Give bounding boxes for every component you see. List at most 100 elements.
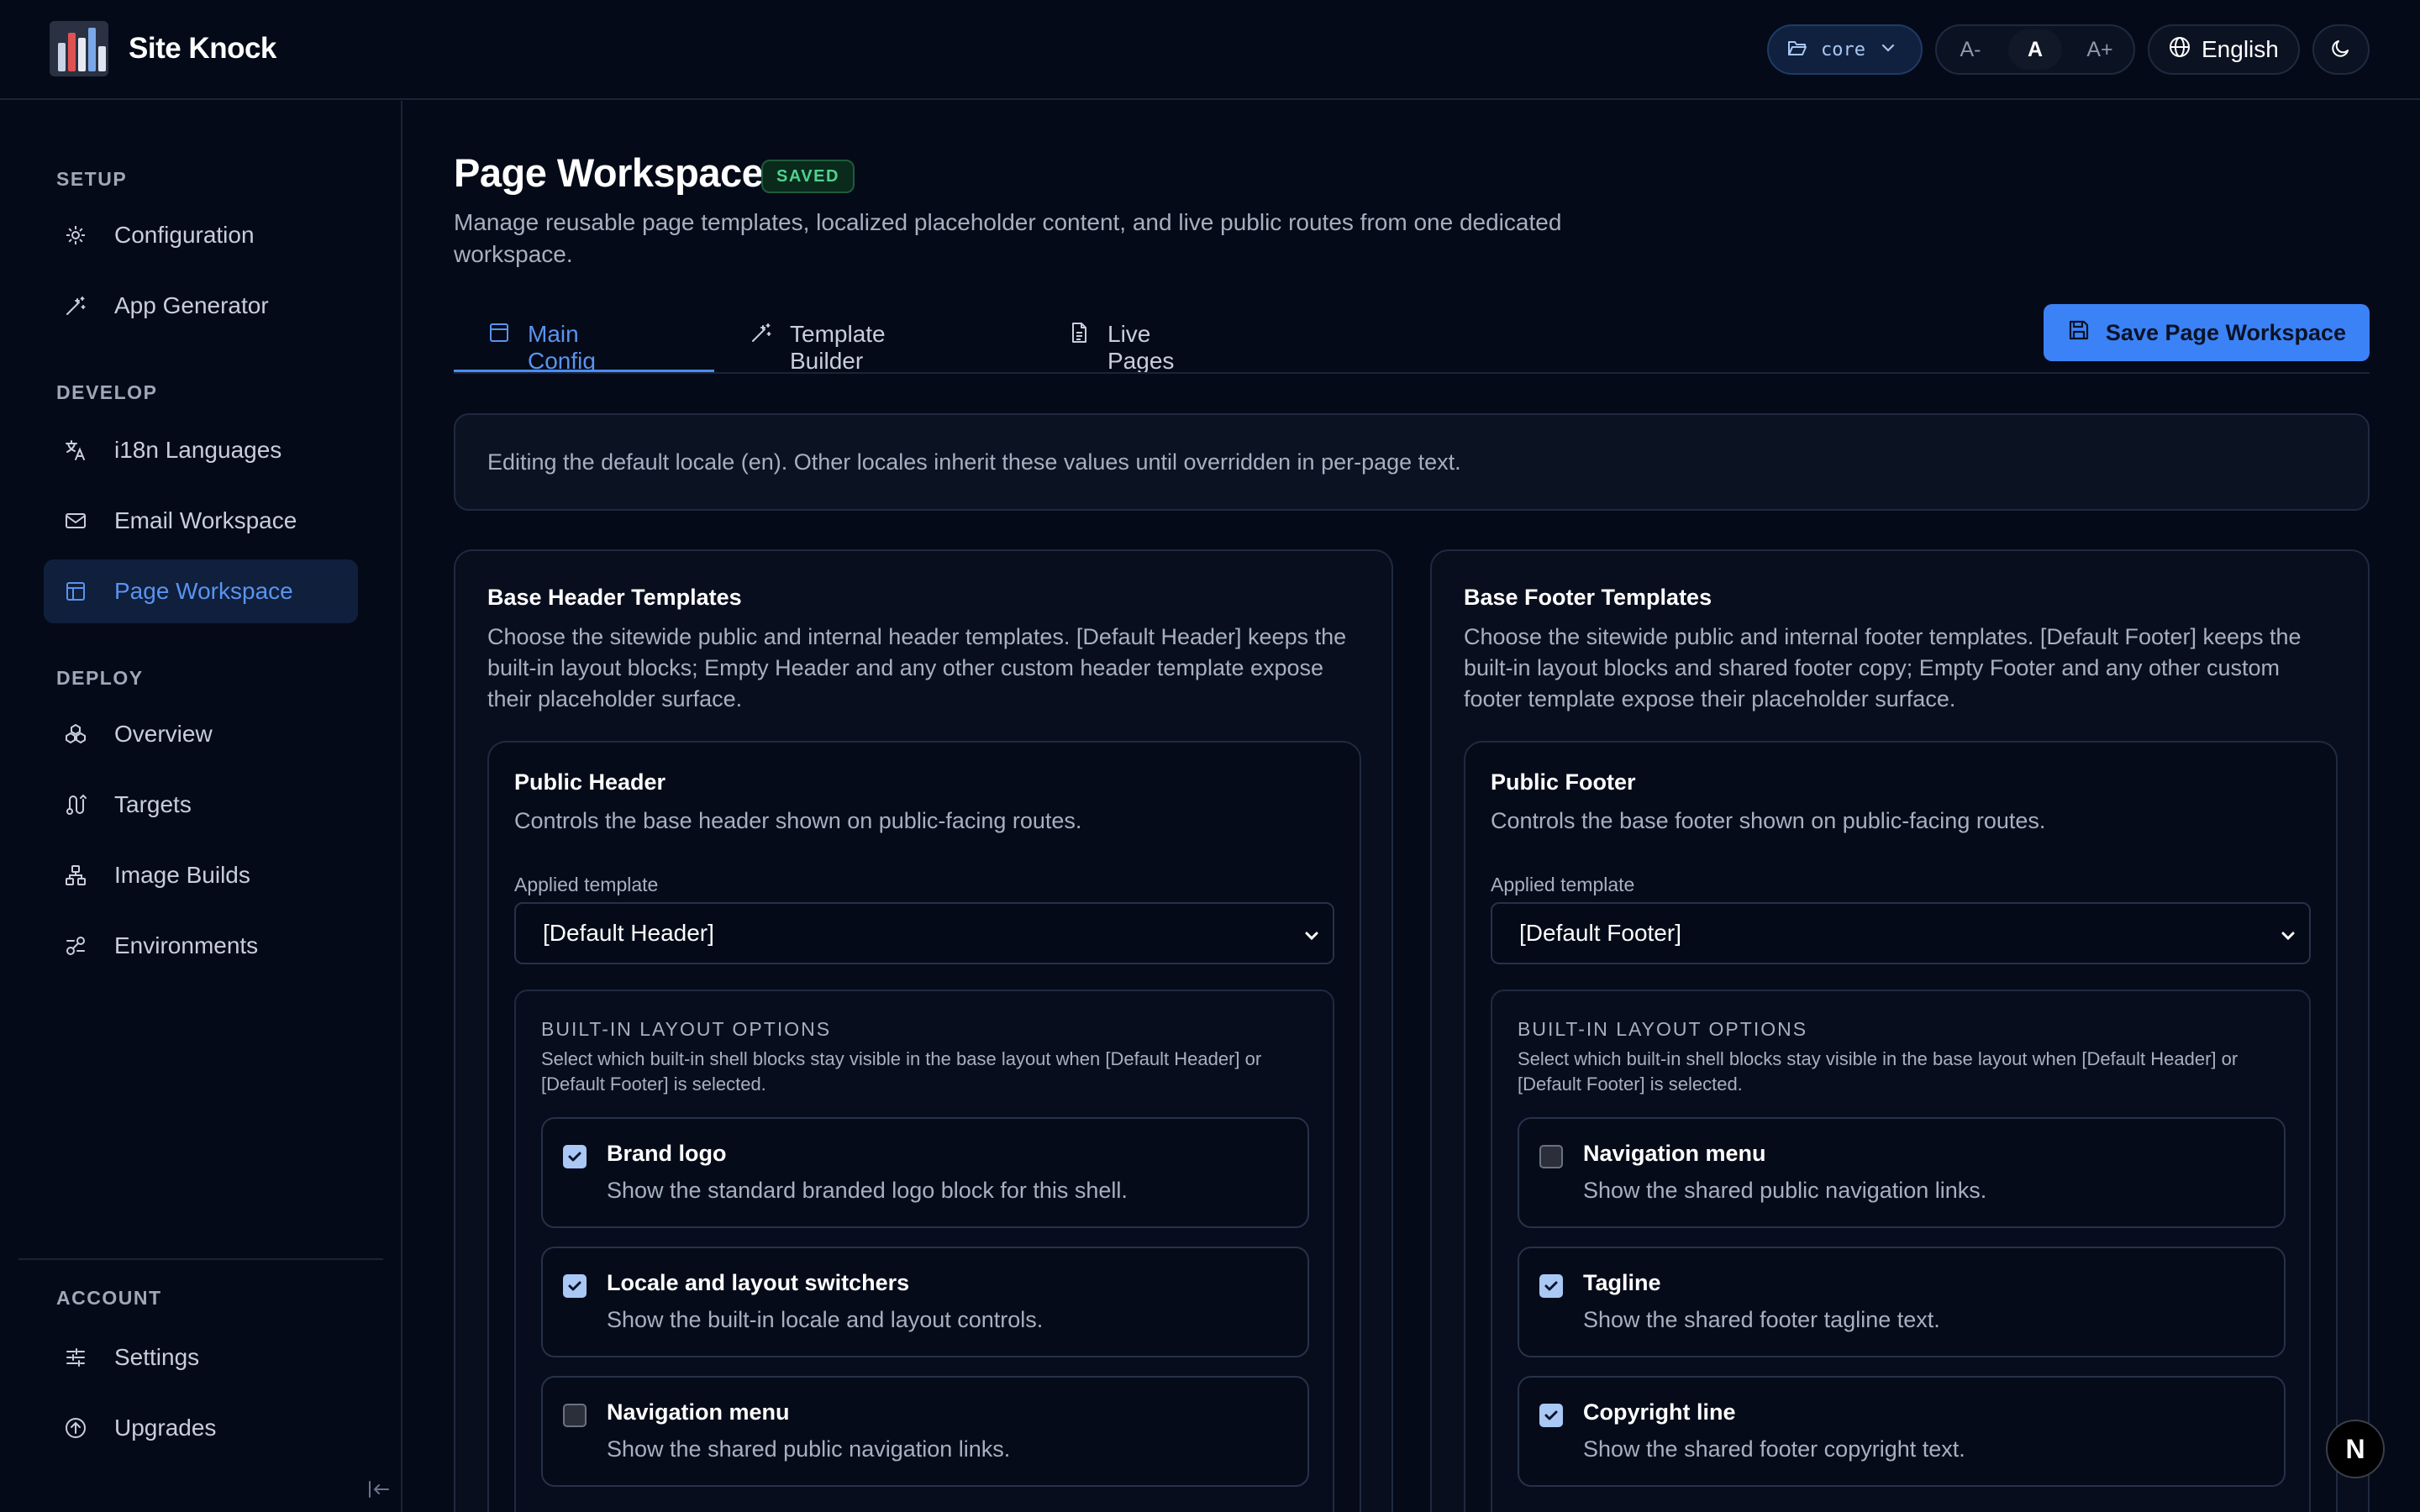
applied-template-label: Applied template: [514, 874, 659, 895]
sidebar-item-overview[interactable]: Overview: [44, 702, 358, 766]
save-page-workspace-button[interactable]: Save Page Workspace: [2044, 304, 2370, 361]
workflow-icon: [62, 932, 89, 959]
options-heading: BUILT-IN LAYOUT OPTIONS: [541, 1018, 832, 1040]
chevron-down-icon: [1302, 924, 1321, 951]
applied-template-label: Applied template: [1491, 874, 1635, 895]
option-title: Navigation menu: [1583, 1141, 1766, 1166]
option-description: Show the shared footer copyright text.: [1583, 1436, 1965, 1462]
chevron-down-icon: [1881, 42, 1896, 57]
tab-label: Main Config: [528, 321, 596, 374]
checkbox[interactable]: [1539, 1145, 1563, 1168]
checkbox[interactable]: [563, 1145, 587, 1168]
sidebar-item-i18n-languages[interactable]: i18n Languages: [44, 418, 358, 482]
sidebar-item-targets[interactable]: Targets: [44, 773, 358, 837]
footer-template-select[interactable]: [Default Footer]: [1491, 902, 2311, 964]
sidebar-item-label: Environments: [114, 932, 259, 958]
app-logo-icon: [50, 21, 108, 76]
sidebar-section-setup: SETUP: [56, 168, 128, 190]
header-template-select[interactable]: [Default Header]: [514, 902, 1334, 964]
option-copyright-line[interactable]: Copyright line Show the shared footer co…: [1518, 1376, 2286, 1487]
arrow-up-circle-icon: [62, 1415, 89, 1441]
brand[interactable]: Site Knock: [50, 21, 276, 76]
window-icon: [487, 321, 511, 350]
sidebar-item-environments[interactable]: Environments: [44, 914, 358, 978]
magic-wand-icon: [62, 292, 89, 319]
sidebar-item-configuration[interactable]: Configuration: [44, 203, 358, 267]
option-locale-layout-switchers[interactable]: Locale and layout switchers Show the bui…: [541, 1247, 1309, 1357]
option-description: Show the shared footer tagline text.: [1583, 1307, 1940, 1332]
page-subtitle: Manage reusable page templates, localize…: [454, 209, 1562, 267]
card-title: Public Header: [514, 769, 666, 795]
select-value: [Default Header]: [543, 920, 714, 946]
sidebar-item-label: Configuration: [114, 222, 255, 248]
theme-toggle-button[interactable]: [2312, 24, 2370, 75]
sidebar-item-settings[interactable]: Settings: [44, 1326, 358, 1389]
font-size-switcher: A- A A+: [1935, 24, 2135, 75]
panel-description: Choose the sitewide public and internal …: [1464, 624, 2302, 711]
option-title: Tagline: [1583, 1270, 1661, 1295]
tab-live-pages[interactable]: Live Pages: [1067, 312, 1175, 374]
sidebar-item-page-workspace[interactable]: Page Workspace: [44, 559, 358, 623]
save-icon: [2067, 318, 2091, 348]
moon-icon: [2329, 36, 2353, 64]
checkbox[interactable]: [1539, 1274, 1563, 1298]
collapse-sidebar-icon[interactable]: [366, 1478, 392, 1504]
tab-template-builder[interactable]: Template Builder: [750, 312, 886, 374]
translate-icon: [62, 437, 89, 464]
base-footer-templates-panel: Base Footer Templates Choose the sitewid…: [1430, 549, 2370, 1512]
sidebar-item-image-builds[interactable]: Image Builds: [44, 843, 358, 907]
option-navigation-menu[interactable]: Navigation menu Show the shared public n…: [541, 1376, 1309, 1487]
globe-icon: [2168, 35, 2191, 65]
language-label: English: [2202, 36, 2279, 62]
layout-icon: [62, 578, 89, 605]
option-tagline[interactable]: Tagline Show the shared footer tagline t…: [1518, 1247, 2286, 1357]
chevron-down-icon: [2279, 924, 2297, 951]
mail-icon: [62, 507, 89, 534]
options-heading: BUILT-IN LAYOUT OPTIONS: [1518, 1018, 1808, 1040]
dev-tools-badge[interactable]: N: [2326, 1420, 2385, 1478]
sidebar-item-label: Upgrades: [114, 1415, 217, 1441]
font-size-decrease-button[interactable]: A-: [1944, 29, 1997, 70]
checkbox[interactable]: [563, 1274, 587, 1298]
language-selector[interactable]: English: [2148, 24, 2300, 75]
sidebar-item-email-workspace[interactable]: Email Workspace: [44, 489, 358, 553]
option-title: Brand logo: [607, 1141, 727, 1166]
option-title: Navigation menu: [607, 1399, 790, 1425]
tab-label: Template Builder: [790, 321, 886, 374]
sidebar-item-label: Targets: [114, 791, 192, 817]
checkbox[interactable]: [1539, 1404, 1563, 1427]
sliders-icon: [62, 1344, 89, 1371]
route-icon: [62, 791, 89, 818]
option-navigation-menu[interactable]: Navigation menu Show the shared public n…: [1518, 1117, 2286, 1228]
tabs-divider: [454, 372, 2370, 374]
tab-label: Live Pages: [1107, 321, 1175, 374]
public-header-card: Public Header Controls the base header s…: [487, 741, 1361, 1512]
tab-main-config[interactable]: Main Config: [487, 312, 596, 374]
sidebar-section-deploy: DEPLOY: [56, 667, 144, 689]
font-size-default-button[interactable]: A: [2008, 29, 2062, 70]
save-button-label: Save Page Workspace: [2105, 319, 2347, 345]
card-description: Controls the base header shown on public…: [514, 808, 1082, 833]
option-title: Locale and layout switchers: [607, 1270, 910, 1295]
sidebar-item-label: i18n Languages: [114, 437, 282, 463]
sidebar-item-app-generator[interactable]: App Generator: [44, 274, 358, 338]
option-brand-logo[interactable]: Brand logo Show the standard branded log…: [541, 1117, 1309, 1228]
status-badge: SAVED: [761, 160, 855, 193]
public-footer-card: Public Footer Controls the base footer s…: [1464, 741, 2338, 1512]
base-header-templates-panel: Base Header Templates Choose the sitewid…: [454, 549, 1393, 1512]
sidebar: SETUP Configuration App Generator DEVELO…: [0, 101, 402, 1512]
top-bar: Site Knock core A- A A+ English: [0, 0, 2420, 100]
card-description: Controls the base footer shown on public…: [1491, 808, 2046, 833]
sidebar-item-label: Page Workspace: [114, 578, 293, 604]
card-title: Public Footer: [1491, 769, 1636, 795]
font-size-increase-button[interactable]: A+: [2073, 29, 2127, 70]
network-icon: [62, 862, 89, 889]
sidebar-item-upgrades[interactable]: Upgrades: [44, 1396, 358, 1460]
options-description: Select which built-in shell blocks stay …: [541, 1048, 1262, 1095]
project-name: core: [1821, 39, 1865, 60]
checkbox[interactable]: [563, 1404, 587, 1427]
panel-title: Base Header Templates: [487, 585, 742, 610]
option-title: Copyright line: [1583, 1399, 1736, 1425]
project-selector[interactable]: core: [1767, 24, 1923, 75]
option-description: Show the standard branded logo block for…: [607, 1178, 1128, 1203]
